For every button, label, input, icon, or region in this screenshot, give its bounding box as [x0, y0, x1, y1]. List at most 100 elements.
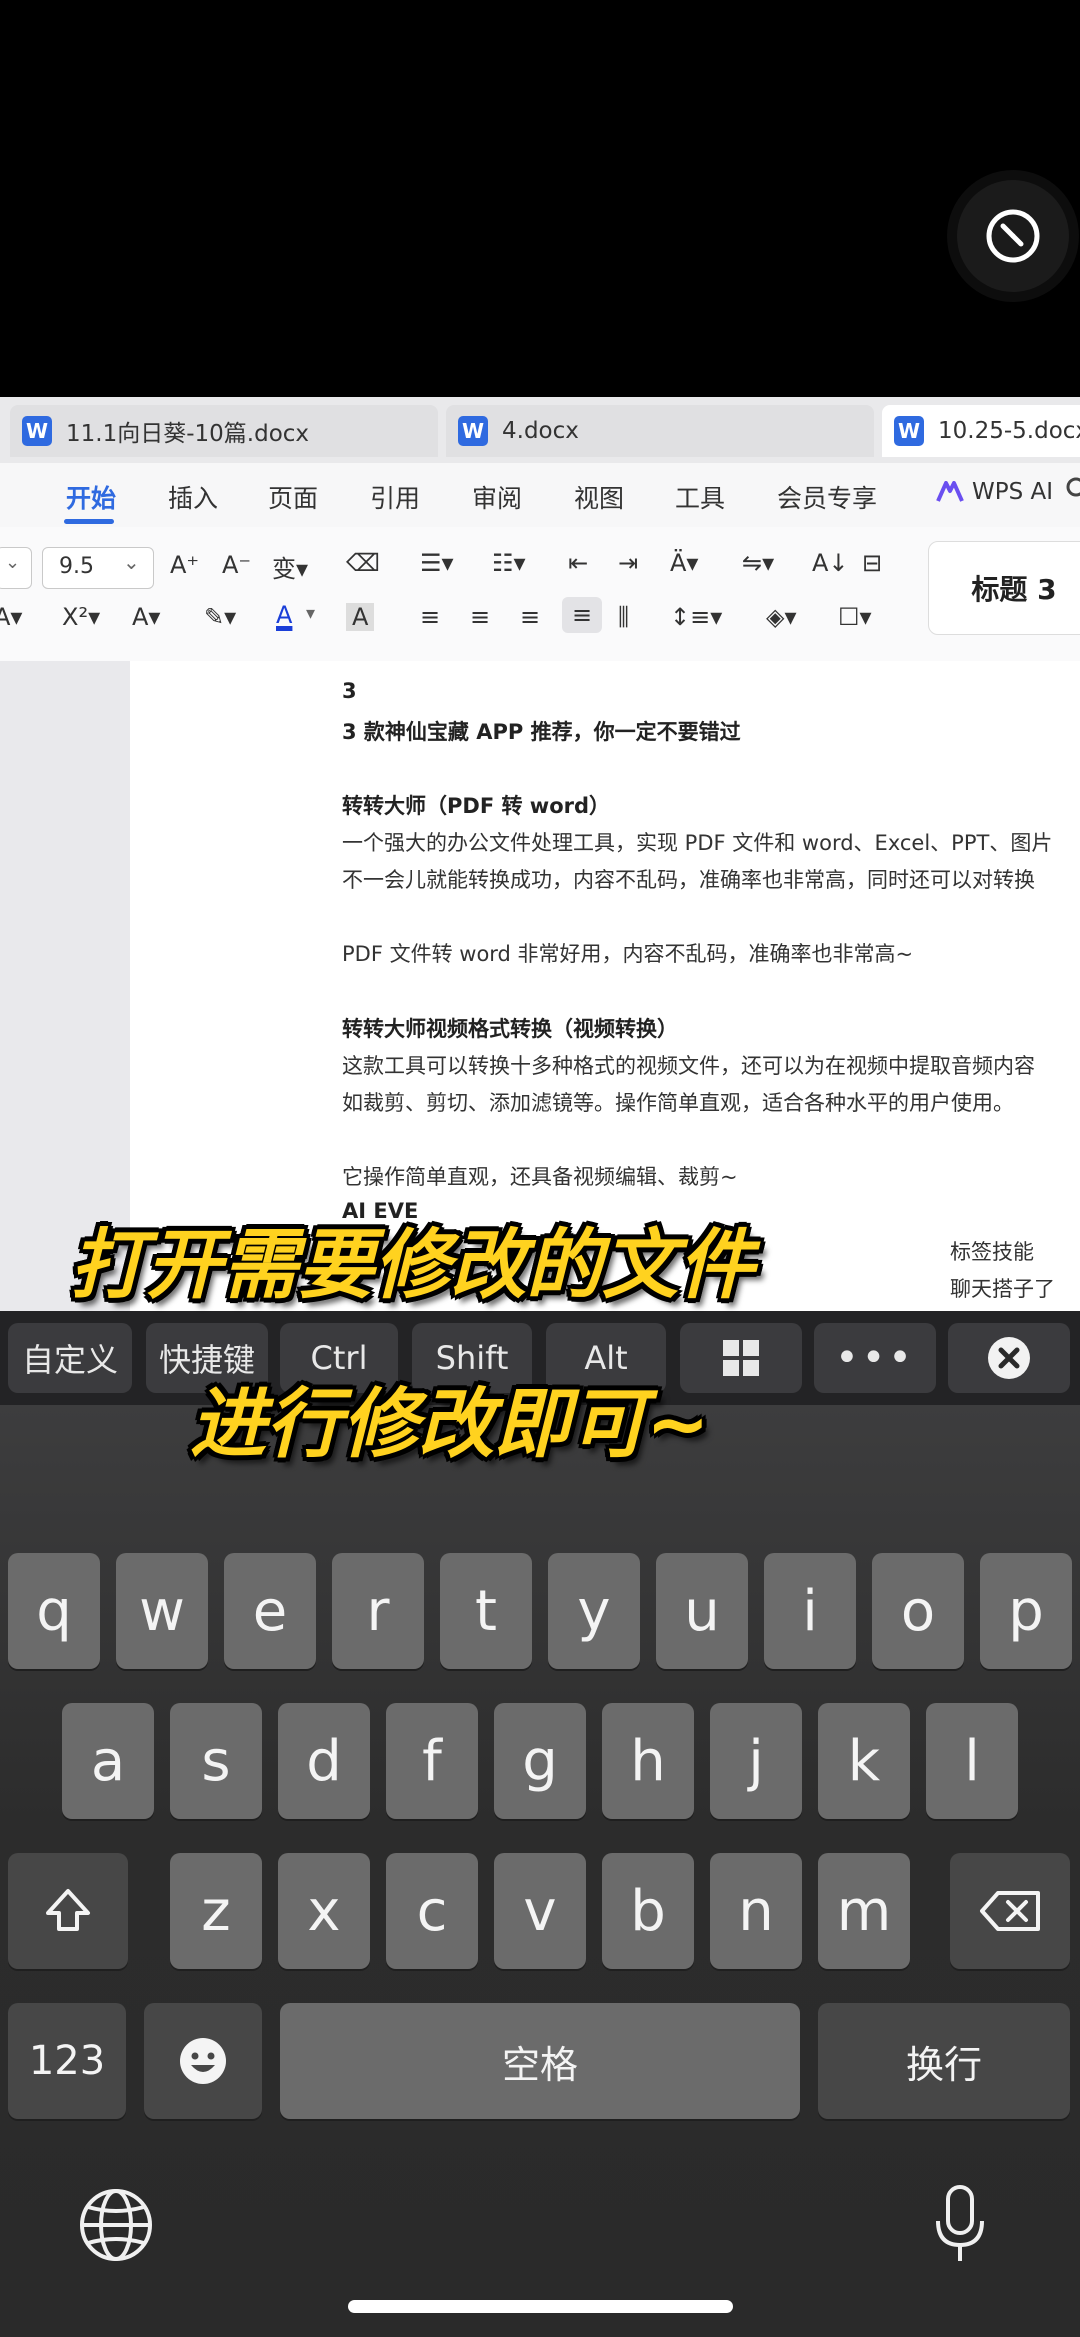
show-marks-icon[interactable]: ⊟: [862, 549, 882, 577]
align-left-icon[interactable]: ≡: [420, 603, 440, 631]
highlight-icon[interactable]: ✎▾: [204, 603, 236, 631]
font-name-dropdown[interactable]: ⌄: [0, 547, 32, 589]
key-label: 123: [28, 2038, 106, 2084]
key-v[interactable]: v: [494, 1853, 586, 1969]
search-icon[interactable]: [1066, 477, 1080, 509]
key-label: i: [802, 1578, 818, 1644]
tab-doc-2[interactable]: W 4.docx: [446, 405, 874, 457]
bullet-list-icon[interactable]: ☰▾: [420, 549, 454, 577]
eraser-icon[interactable]: ⌫: [346, 549, 380, 577]
key-e[interactable]: e: [224, 1553, 316, 1669]
key-label: c: [416, 1878, 448, 1944]
word-doc-icon: W: [22, 416, 52, 446]
increase-indent-icon[interactable]: ⇥: [618, 549, 638, 577]
key-j[interactable]: j: [710, 1703, 802, 1819]
doc-line: 转转大师视频格式转换（视频转换）: [342, 1017, 678, 1041]
style-preview-heading3[interactable]: 标题 3: [928, 541, 1080, 635]
key-b[interactable]: b: [602, 1853, 694, 1969]
key-s[interactable]: s: [170, 1703, 262, 1819]
align-center-icon[interactable]: ≡: [470, 603, 490, 631]
home-indicator[interactable]: [348, 2300, 733, 2313]
key-h[interactable]: h: [602, 1703, 694, 1819]
key-z[interactable]: z: [170, 1853, 262, 1969]
windows-icon: [723, 1340, 759, 1376]
key-y[interactable]: y: [548, 1553, 640, 1669]
menu-reference[interactable]: 引用: [370, 479, 420, 515]
font-size-dropdown[interactable]: 9.5 ⌄: [42, 547, 154, 589]
caption-line-1: 打开需要修改的文件: [70, 1220, 754, 1309]
menu-page[interactable]: 页面: [268, 479, 318, 515]
backspace-key[interactable]: [950, 1853, 1070, 1969]
wps-ai-button[interactable]: WPS AI: [936, 479, 1053, 505]
key-label: s: [201, 1728, 231, 1794]
key-c[interactable]: c: [386, 1853, 478, 1969]
key-n[interactable]: n: [710, 1853, 802, 1969]
key-t[interactable]: t: [440, 1553, 532, 1669]
text-direction-icon[interactable]: Ä▾: [670, 549, 698, 577]
doc-line: 这款工具可以转换十多种格式的视频文件，还可以为在视频中提取音频内容: [342, 1054, 1035, 1078]
phonetic-guide-icon[interactable]: 变▾: [272, 549, 308, 584]
numbers-key[interactable]: 123: [8, 2003, 126, 2119]
key-r[interactable]: r: [332, 1553, 424, 1669]
tab-label: 10.25-5.docx: [938, 418, 1080, 444]
key-label: n: [738, 1878, 774, 1944]
decrease-indent-icon[interactable]: ⇤: [568, 549, 588, 577]
key-label: d: [306, 1728, 342, 1794]
menu-insert[interactable]: 插入: [168, 479, 218, 515]
increase-font-icon[interactable]: A⁺: [170, 551, 199, 579]
chevron-left-icon[interactable]: ‹: [0, 473, 2, 502]
tab-doc-1[interactable]: W 11.1向日葵-10篇.docx: [10, 405, 438, 457]
key-k[interactable]: k: [818, 1703, 910, 1819]
superscript-icon[interactable]: X²▾: [62, 603, 100, 631]
decrease-font-icon[interactable]: A⁻: [222, 551, 251, 579]
key-u[interactable]: u: [656, 1553, 748, 1669]
key-p[interactable]: p: [980, 1553, 1072, 1669]
timer-button[interactable]: [957, 180, 1069, 292]
key-d[interactable]: d: [278, 1703, 370, 1819]
font-color-icon[interactable]: A: [276, 601, 292, 629]
key-w[interactable]: w: [116, 1553, 208, 1669]
more-options-button[interactable]: •••: [814, 1323, 936, 1393]
menu-tools[interactable]: 工具: [675, 479, 725, 515]
sort-icon[interactable]: A↓: [812, 549, 849, 577]
shift-key[interactable]: [8, 1853, 128, 1969]
numbered-list-icon[interactable]: ☷▾: [492, 549, 526, 577]
distribute-icon[interactable]: ⫼: [618, 603, 629, 631]
microphone-icon[interactable]: [930, 2183, 990, 2271]
key-f[interactable]: f: [386, 1703, 478, 1819]
menu-member[interactable]: 会员专享: [777, 479, 877, 515]
key-i[interactable]: i: [764, 1553, 856, 1669]
border-icon[interactable]: ☐▾: [838, 603, 872, 631]
menu-review[interactable]: 审阅: [472, 479, 522, 515]
space-key[interactable]: 空格: [280, 2003, 800, 2119]
doc-line: 它操作简单直观，还具备视频编辑、裁剪~: [342, 1165, 738, 1189]
style-label: 标题 3: [971, 573, 1057, 606]
line-spacing-icon[interactable]: ↕≡▾: [670, 603, 722, 631]
key-a[interactable]: a: [62, 1703, 154, 1819]
custom-key[interactable]: 自定义: [8, 1323, 132, 1393]
key-l[interactable]: l: [926, 1703, 1018, 1819]
key-label: 换行: [905, 2042, 982, 2087]
justify-icon[interactable]: ≡: [562, 597, 603, 633]
close-keyboard-button[interactable]: [948, 1323, 1070, 1393]
key-g[interactable]: g: [494, 1703, 586, 1819]
globe-icon[interactable]: [78, 2187, 154, 2267]
key-q[interactable]: q: [8, 1553, 100, 1669]
menu-home[interactable]: 开始: [66, 479, 116, 515]
key-label: e: [252, 1578, 288, 1644]
key-m[interactable]: m: [818, 1853, 910, 1969]
return-key[interactable]: 换行: [818, 2003, 1070, 2119]
emoji-key[interactable]: [144, 2003, 262, 2119]
text-effect-icon[interactable]: A▾: [132, 603, 160, 631]
strikethrough-icon[interactable]: A▾: [0, 603, 22, 631]
active-menu-indicator: [64, 519, 114, 524]
convert-icon[interactable]: ⇋▾: [742, 549, 774, 577]
key-o[interactable]: o: [872, 1553, 964, 1669]
align-right-icon[interactable]: ≡: [520, 603, 540, 631]
tab-doc-3[interactable]: W 10.25-5.docx: [882, 405, 1080, 457]
menu-view[interactable]: 视图: [574, 479, 624, 515]
wps-ai-label: WPS AI: [972, 479, 1054, 505]
character-shading-icon[interactable]: A: [346, 603, 375, 631]
shading-icon[interactable]: ◈▾: [766, 603, 797, 631]
key-x[interactable]: x: [278, 1853, 370, 1969]
